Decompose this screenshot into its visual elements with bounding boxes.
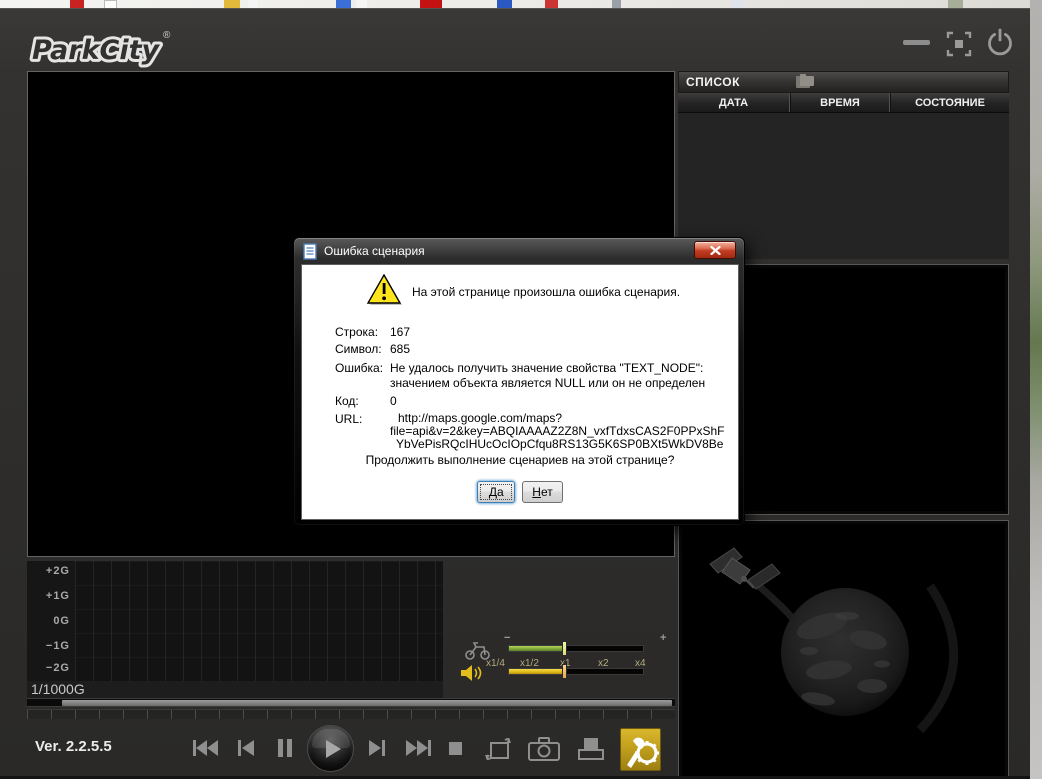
column-header-status[interactable]: СОСТОЯНИЕ [890,93,1009,112]
play-button[interactable] [307,725,354,772]
gps-satellite-panel [678,520,1009,779]
prev-frame-icon [238,740,254,756]
field-label: Символ: [335,342,382,356]
snapshot-button[interactable] [527,736,561,762]
yes-button[interactable]: Да [477,481,515,503]
power-icon [990,30,1011,54]
rotate-view-button[interactable] [482,734,514,764]
dialog-body: На этой странице произошла ошибка сценар… [301,264,739,520]
screen: ParkCity ® СПИСОК ДАТА ВРЕМ [0,0,1042,779]
speaker-icon[interactable] [458,663,484,683]
logo-registered-mark: ® [163,30,171,41]
axis-label: +2G [46,565,70,577]
dialog-buttons: Да Нет [302,481,738,503]
list-column-headers: ДАТА ВРЕМЯ СОСТОЯНИЕ [678,93,1009,112]
speed-label: x1/4 [486,658,505,669]
gsensor-chart [75,561,443,681]
timeline-scrollbar[interactable] [27,698,675,707]
skip-start-icon [193,740,218,756]
warning-triangle-icon [366,274,404,308]
axis-label: −2G [46,662,70,674]
column-header-time[interactable]: ВРЕМЯ [790,93,890,112]
satellite-icon [710,548,780,589]
dialog-close-button[interactable] [694,241,736,259]
field-value: 0 [390,394,397,408]
next-frame-icon [369,740,385,756]
fast-forward-button[interactable] [403,736,433,760]
version-label: Ver. 2.2.5.5 [35,738,112,755]
field-label: Код: [335,394,359,408]
pause-button[interactable] [276,736,294,760]
column-header-date[interactable]: ДАТА [678,93,790,112]
timeline-ruler [27,709,675,719]
dialog-question: Продолжить выполнение сценариев на этой … [302,453,738,467]
gsensor-axis-labels: +2G +1G 0G −1G −2G [27,561,75,681]
field-value: 685 [390,342,410,356]
pause-icon [278,739,292,757]
snapshot-camera-icon [529,738,559,760]
speed-slider-thumb[interactable] [562,641,567,656]
power-button[interactable] [984,27,1016,59]
folder-icon[interactable] [796,76,816,89]
fullscreen-button[interactable] [945,30,973,58]
speed-increase-button[interactable]: + [660,633,666,643]
settings-wrench-gear-icon [623,731,659,769]
print-icon [579,738,603,759]
script-document-icon [303,243,317,260]
settings-button[interactable] [620,728,661,771]
logo-text: ParkCity [32,35,161,66]
speed-slider-fill [509,646,566,651]
volume-slider-fill [509,669,566,674]
fast-forward-icon [406,740,431,756]
rotate-view-icon [485,738,511,760]
stop-button[interactable] [448,741,463,756]
speed-decrease-button[interactable]: − [504,633,510,643]
field-label: Строка: [335,325,378,339]
print-button[interactable] [575,736,607,762]
field-value: Не удалось получить значение свойства "T… [390,361,705,391]
timeline-thumb[interactable] [62,700,672,706]
axis-label: +1G [46,590,70,602]
dialog-titlebar[interactable]: Ошибка сценария [294,238,744,264]
dialog-title: Ошибка сценария [324,244,425,258]
earth-image [682,524,1005,777]
list-panel-title: СПИСОК [679,75,740,89]
axis-label: −1G [46,640,70,652]
field-value: 167 [390,325,410,339]
stop-icon [449,742,462,755]
field-label: URL: [335,412,362,426]
volume-slider[interactable] [508,668,644,675]
volume-slider-thumb[interactable] [562,664,567,679]
no-button[interactable]: Нет [522,481,562,503]
desktop-wallpaper-strip [1030,0,1042,779]
gsensor-unit-label: 1/1000G [27,681,443,698]
error-message: На этой странице произошла ошибка сценар… [412,285,680,299]
parkcity-logo: ParkCity ® [26,22,186,72]
close-icon [710,246,721,255]
axis-label: 0G [53,615,70,627]
play-icon [324,739,342,759]
script-error-dialog: Ошибка сценария На этой странице произош… [293,237,745,526]
skip-start-button[interactable] [191,736,221,760]
next-frame-button[interactable] [366,736,388,760]
field-label: Ошибка: [335,361,383,375]
speed-slider[interactable] [508,645,644,652]
list-panel-header: СПИСОК [678,71,1009,93]
minimize-button[interactable] [903,40,930,45]
field-value: http://maps.google.com/maps? file=api&v=… [390,412,724,451]
prev-frame-button[interactable] [235,736,257,760]
